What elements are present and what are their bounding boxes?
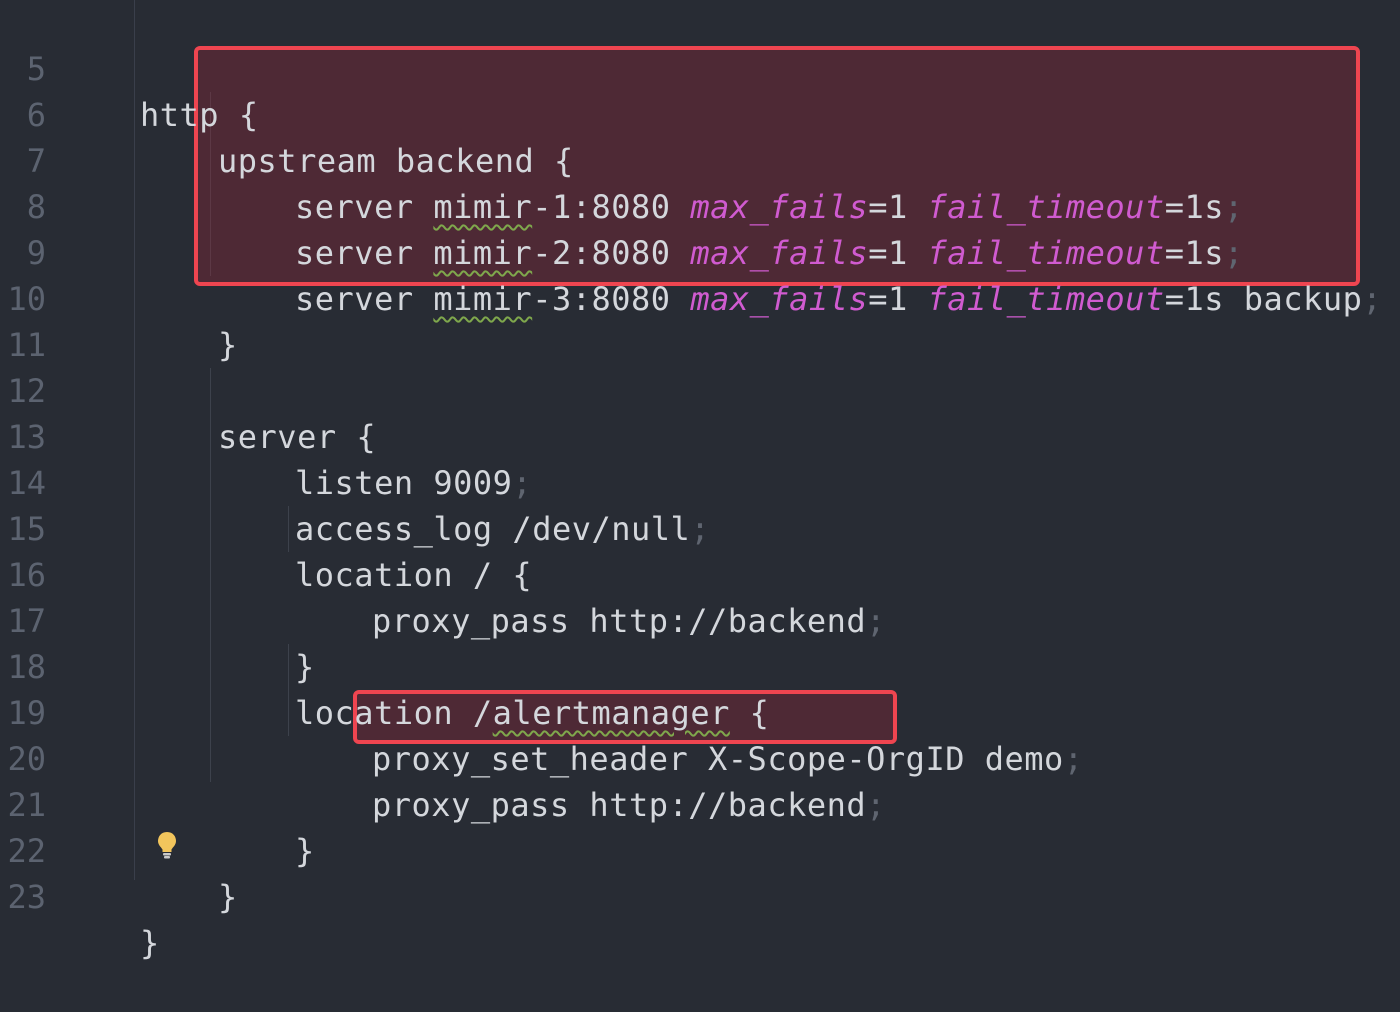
code-line[interactable]: 22 } [0, 782, 1400, 916]
code-line[interactable]: 8 server mimir-2:8080 max_fails=1 fail_t… [0, 138, 1400, 272]
line-number: 23 [7, 878, 46, 916]
code-editor[interactable]: 5 http { 6 upstream backend { 7 server m… [0, 0, 1400, 962]
code-line[interactable]: 21 } [0, 736, 1400, 870]
line-code: } [140, 924, 160, 962]
code-line[interactable]: 17 } [0, 552, 1400, 686]
code-line[interactable]: 16 proxy_pass http://backend; [0, 506, 1400, 640]
code-line[interactable]: 5 http { [0, 0, 1400, 134]
code-line[interactable]: 9 server mimir-3:8080 max_fails=1 fail_t… [0, 184, 1400, 318]
code-line[interactable]: 12 server { [0, 322, 1400, 456]
code-line[interactable]: 18 location /alertmanager { [0, 598, 1400, 732]
code-line[interactable]: 10 } [0, 230, 1400, 364]
code-line[interactable]: 19 proxy_set_header X-Scope-OrgID demo; [0, 644, 1400, 778]
code-line[interactable]: 23 } [0, 828, 1400, 962]
code-line[interactable]: 13 listen 9009; [0, 368, 1400, 502]
code-line[interactable]: 20 proxy_pass http://backend; [0, 690, 1400, 824]
code-line[interactable]: 6 upstream backend { [0, 46, 1400, 180]
line-code: } [218, 878, 238, 916]
code-line[interactable]: 15 location / { [0, 460, 1400, 594]
code-line[interactable]: 7 server mimir-1:8080 max_fails=1 fail_t… [0, 92, 1400, 226]
lightbulb-icon[interactable] [156, 830, 178, 860]
code-line[interactable]: 14 access_log /dev/null; [0, 414, 1400, 548]
code-line[interactable]: 11 [0, 276, 1400, 364]
